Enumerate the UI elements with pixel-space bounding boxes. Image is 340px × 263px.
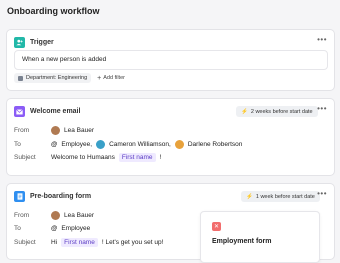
trigger-header: Trigger — [14, 37, 54, 48]
from-name: Lea Bauer — [64, 127, 94, 134]
subject-text: Welcome to Humaans — [51, 154, 115, 161]
subject-end: ! Let's get you set up! — [101, 239, 164, 246]
subject-label: Subject — [14, 154, 36, 161]
to-person-2: Darlene Robertson — [187, 141, 243, 148]
add-filter-button[interactable]: + Add filter — [97, 75, 125, 82]
from-row: From Lea Bauer — [14, 126, 94, 135]
welcome-email-more-icon[interactable]: ••• — [317, 104, 327, 113]
from-row: From Lea Bauer — [14, 211, 94, 220]
avatar — [51, 126, 60, 135]
subject-label: Subject — [14, 239, 36, 246]
subject-row: Subject Hi First name ! Let's get you se… — [14, 238, 163, 247]
department-filter-tag[interactable]: Department: Engineering — [14, 73, 92, 83]
subject-row: Subject Welcome to Humaans First name ! — [14, 153, 161, 162]
add-filter-label: Add filter — [103, 75, 125, 81]
preboarding-timing: 1 week before start date — [255, 193, 315, 200]
preboarding-card[interactable]: Pre-boarding form ⚡ 1 week before start … — [6, 183, 335, 263]
first-name-variable[interactable]: First name — [118, 153, 156, 162]
trigger-card[interactable]: Trigger ••• When a new person is added D… — [6, 29, 335, 91]
preboarding-header: Pre-boarding form — [14, 191, 91, 202]
to-employee: Employee, — [61, 141, 93, 148]
from-label: From — [14, 127, 30, 134]
at-icon: @ — [51, 141, 58, 148]
trigger-more-icon[interactable]: ••• — [317, 35, 327, 44]
lightning-icon: ⚡ — [246, 193, 253, 200]
to-employee: Employee — [61, 225, 91, 232]
welcome-email-timing: 2 weeks before start date — [250, 108, 313, 115]
employment-form-preview[interactable]: ✕ Employment form — [200, 211, 320, 263]
welcome-email-title: Welcome email — [30, 108, 81, 115]
lightning-icon: ⚡ — [241, 108, 248, 115]
welcome-email-card[interactable]: Welcome email ⚡ 2 weeks before start dat… — [6, 98, 335, 176]
to-label: To — [14, 141, 21, 148]
at-icon: @ — [51, 225, 58, 232]
avatar — [51, 211, 60, 220]
subject-text: Hi — [51, 239, 58, 246]
from-label: From — [14, 212, 30, 219]
first-name-variable[interactable]: First name — [61, 238, 98, 247]
building-icon — [18, 75, 23, 81]
to-label: To — [14, 225, 21, 232]
subject-end: ! — [159, 154, 162, 161]
department-filter-label: Department: Engineering — [26, 75, 88, 81]
to-row: To @ Employee, Cameron Williamson, Darle… — [14, 140, 242, 149]
from-name: Lea Bauer — [64, 212, 94, 219]
form-badge-icon: ✕ — [212, 222, 221, 231]
preboarding-title: Pre-boarding form — [30, 193, 92, 200]
avatar — [174, 140, 184, 149]
trigger-condition-box[interactable]: When a new person is added — [14, 50, 328, 70]
employment-form-title: Employment form — [212, 238, 272, 245]
person-add-icon — [14, 37, 25, 48]
to-person-1: Cameron Williamson, — [109, 141, 171, 148]
welcome-email-timing-chip[interactable]: ⚡ 2 weeks before start date — [236, 106, 318, 117]
preboarding-more-icon[interactable]: ••• — [317, 189, 327, 198]
document-icon — [14, 191, 25, 202]
trigger-title: Trigger — [30, 39, 54, 46]
page-title: Onboarding workflow — [7, 6, 100, 16]
plus-icon: + — [97, 74, 102, 82]
welcome-email-header: Welcome email — [14, 106, 80, 117]
trigger-condition: When a new person is added — [22, 56, 107, 63]
to-row: To @ Employee — [14, 225, 90, 232]
mail-icon — [14, 106, 25, 117]
avatar — [96, 140, 106, 149]
preboarding-timing-chip[interactable]: ⚡ 1 week before start date — [241, 191, 320, 202]
